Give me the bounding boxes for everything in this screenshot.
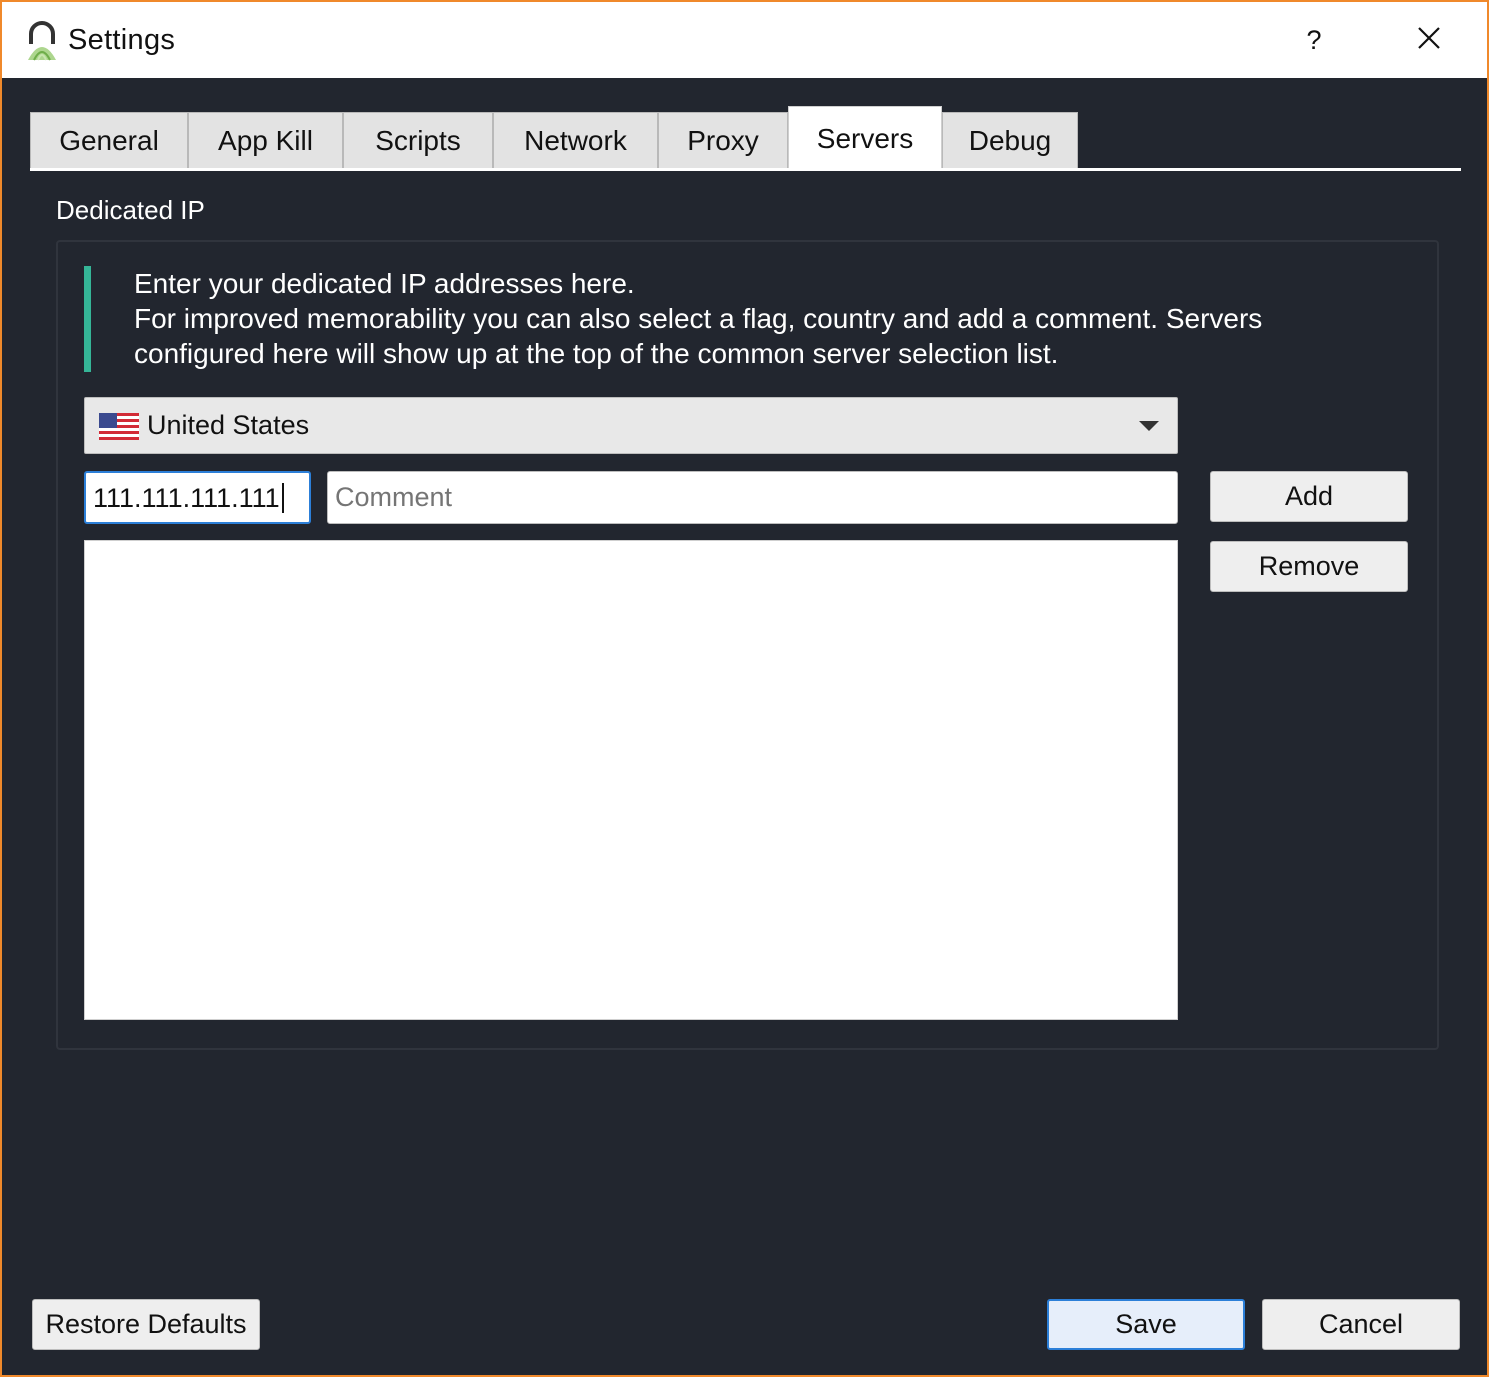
settings-window: Settings ? General App Kill Scripts Netw…	[0, 0, 1489, 1377]
tab-divider	[30, 168, 1461, 171]
tab-scripts[interactable]: Scripts	[343, 112, 493, 168]
ip-address-input[interactable]: 111.111.111.111	[84, 471, 311, 524]
add-button[interactable]: Add	[1210, 471, 1408, 522]
country-select[interactable]: United States	[84, 397, 1178, 454]
text-caret	[281, 483, 284, 513]
tab-app-kill[interactable]: App Kill	[188, 112, 343, 168]
section-title: Dedicated IP	[56, 195, 205, 225]
info-accent-bar	[84, 266, 91, 372]
tab-debug[interactable]: Debug	[942, 112, 1078, 168]
info-text: Enter your dedicated IP addresses here. …	[134, 266, 1414, 371]
tab-proxy[interactable]: Proxy	[658, 112, 788, 168]
pia-lock-icon	[22, 20, 62, 62]
info-line: Enter your dedicated IP addresses here.	[134, 268, 635, 299]
help-button[interactable]: ?	[1282, 8, 1346, 72]
save-button[interactable]: Save	[1047, 1299, 1245, 1350]
tab-general[interactable]: General	[30, 112, 188, 168]
window-title: Settings	[68, 24, 176, 56]
cancel-button[interactable]: Cancel	[1262, 1299, 1460, 1350]
tab-servers[interactable]: Servers	[788, 106, 942, 170]
us-flag-icon	[99, 413, 139, 440]
dedicated-ip-list[interactable]	[84, 540, 1178, 1020]
title-bar: Settings ?	[2, 2, 1487, 78]
comment-input[interactable]	[327, 471, 1178, 524]
tab-network[interactable]: Network	[493, 112, 658, 168]
info-line: configured here will show up at the top …	[134, 338, 1059, 369]
close-icon	[1418, 26, 1440, 54]
remove-button[interactable]: Remove	[1210, 541, 1408, 592]
restore-defaults-button[interactable]: Restore Defaults	[32, 1299, 260, 1350]
close-button[interactable]	[1394, 8, 1464, 72]
info-line: For improved memorability you can also s…	[134, 303, 1263, 334]
ip-address-value: 111.111.111.111	[93, 483, 280, 513]
country-select-value: United States	[147, 410, 310, 440]
chevron-down-icon	[1139, 421, 1159, 431]
